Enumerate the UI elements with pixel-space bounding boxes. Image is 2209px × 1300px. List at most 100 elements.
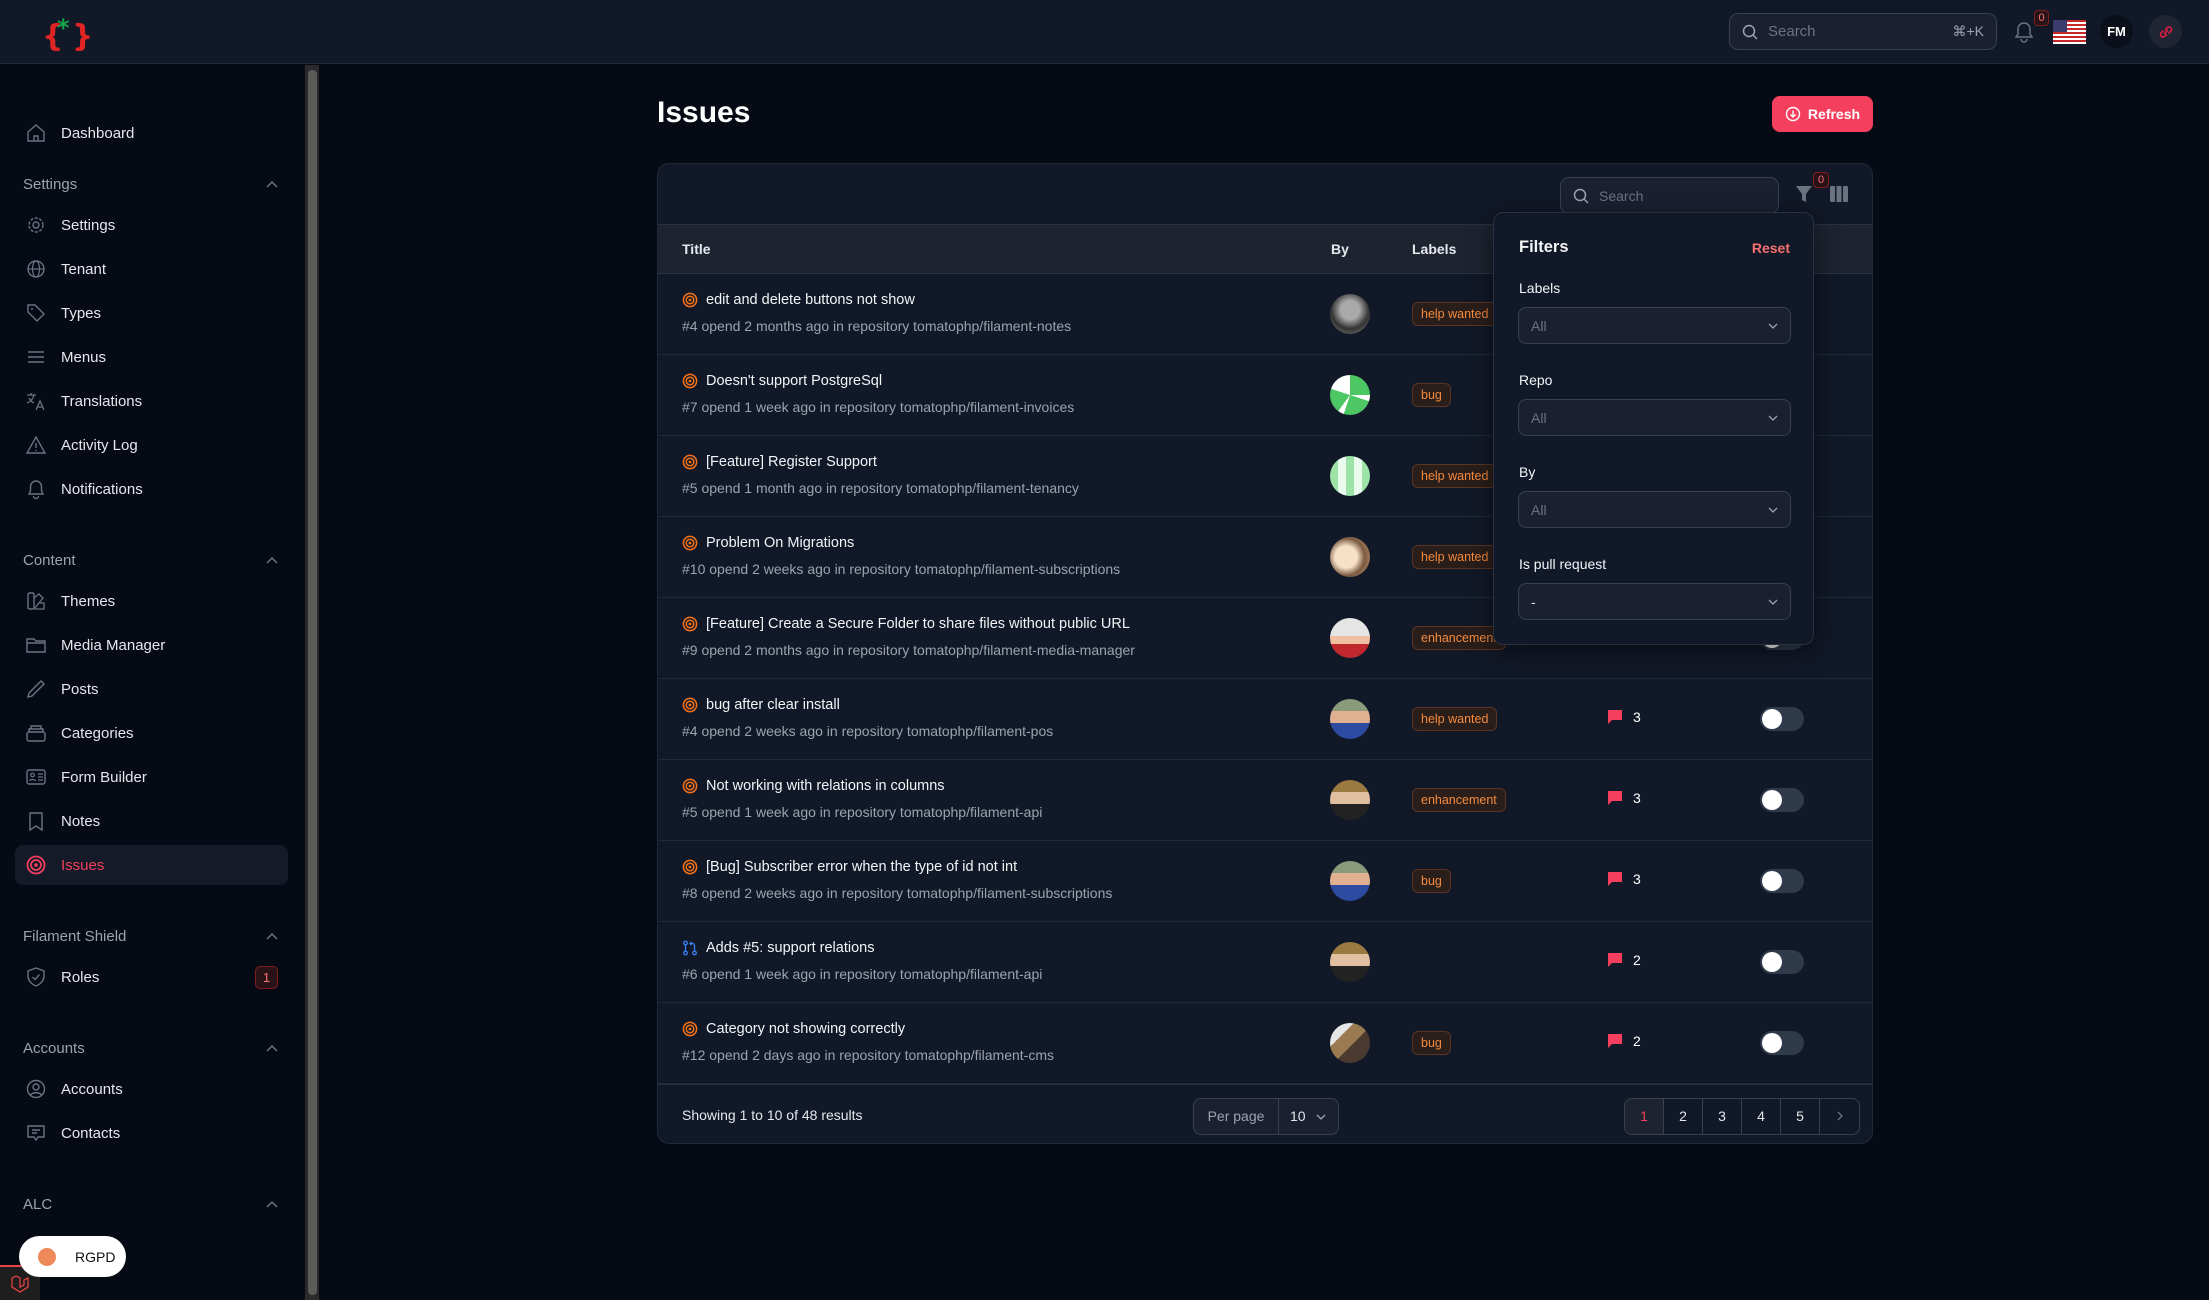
issue-target-icon: [682, 454, 698, 470]
table-row[interactable]: Adds #5: support relations #6 opend 1 wee…: [658, 922, 1872, 1003]
rgpd-cookie-button[interactable]: RGPD: [19, 1236, 126, 1277]
chevron-up-icon[interactable]: [266, 175, 278, 193]
issue-title[interactable]: Not working with relations in columns: [706, 778, 945, 794]
sidebar-item-settings[interactable]: Settings: [15, 205, 288, 245]
sidebar-item-translations[interactable]: Translations: [15, 381, 288, 421]
refresh-button[interactable]: Refresh: [1772, 96, 1873, 132]
table-row[interactable]: bug after clear install #4 opend 2 weeks …: [658, 679, 1872, 760]
us-flag-icon[interactable]: [2053, 20, 2086, 44]
refresh-label: Refresh: [1807, 106, 1861, 122]
row-toggle[interactable]: [1760, 869, 1804, 893]
author-avatar: [1330, 618, 1370, 658]
table-search-input[interactable]: Search: [1560, 177, 1779, 214]
sidebar-item-contacts[interactable]: Contacts: [15, 1113, 288, 1153]
sidebar-item-tenant[interactable]: Tenant: [15, 249, 288, 289]
chevron-up-icon[interactable]: [266, 551, 278, 569]
global-search[interactable]: Search ⌘+K: [1729, 13, 1997, 50]
sidebar-group-settings[interactable]: Settings: [23, 172, 278, 196]
sidebar-group-alc[interactable]: ALC: [23, 1192, 278, 1216]
filter-select-labels[interactable]: All: [1518, 307, 1791, 344]
sidebar-item-label: Activity Log: [61, 436, 138, 454]
issue-title[interactable]: Doesn't support PostgreSql: [706, 373, 882, 389]
pencil-icon: [25, 678, 47, 700]
sidebar-item-menus[interactable]: Menus: [15, 337, 288, 377]
page-button[interactable]: 2: [1664, 1099, 1703, 1134]
issue-title[interactable]: [Feature] Create a Secure Folder to shar…: [706, 616, 1130, 632]
bell-icon: [25, 478, 47, 500]
sidebar-group-content[interactable]: Content: [23, 548, 278, 572]
sidebar-item-label: Types: [61, 304, 102, 322]
chevron-up-icon[interactable]: [266, 927, 278, 945]
page-button[interactable]: 4: [1742, 1099, 1781, 1134]
page-button[interactable]: 1: [1625, 1099, 1664, 1134]
issue-meta: #4 opend 2 weeks ago in repository tomat…: [682, 723, 1054, 739]
filter-label-repo: Repo: [1519, 372, 1553, 388]
table-row[interactable]: Not working with relations in columns #5 …: [658, 760, 1872, 841]
sidebar-group-label: ALC: [23, 1195, 53, 1213]
issue-meta: #9 opend 2 months ago in repository toma…: [682, 642, 1135, 658]
app-logo[interactable]: { } *: [40, 12, 90, 52]
per-page-select[interactable]: Per page 10: [1193, 1098, 1339, 1135]
sidebar-item-types[interactable]: Types: [15, 293, 288, 333]
column-header-labels[interactable]: Labels: [1412, 241, 1456, 257]
issue-title[interactable]: Adds #5: support relations: [706, 940, 874, 956]
language-icon: [25, 390, 47, 412]
table-search-placeholder: Search: [1599, 187, 1644, 204]
sidebar-item-media-manager[interactable]: Media Manager: [15, 625, 288, 665]
filters-title: Filters: [1519, 238, 1569, 256]
issue-title[interactable]: [Bug] Subscriber error when the type of …: [706, 859, 1017, 875]
user-avatar[interactable]: FM: [2100, 15, 2133, 48]
sidebar-item-posts[interactable]: Posts: [15, 669, 288, 709]
row-toggle[interactable]: [1760, 707, 1804, 731]
sidebar-group-filament-shield[interactable]: Filament Shield: [23, 924, 278, 948]
sidebar-item-label: Contacts: [61, 1124, 121, 1142]
column-header-by[interactable]: By: [1331, 241, 1349, 257]
author-avatar: [1330, 942, 1370, 982]
filter-select-is-pull-request[interactable]: -: [1518, 583, 1791, 620]
issue-title[interactable]: Category not showing correctly: [706, 1021, 905, 1037]
sidebar-item-label: Roles: [61, 968, 100, 986]
issue-title[interactable]: edit and delete buttons not show: [706, 292, 915, 308]
filter-select-by[interactable]: All: [1518, 491, 1791, 528]
link-icon: [2159, 25, 2172, 38]
sidebar-item-categories[interactable]: Categories: [15, 713, 288, 753]
sidebar-group-accounts[interactable]: Accounts: [23, 1036, 278, 1060]
column-header-title[interactable]: Title: [682, 241, 711, 257]
comment-icon: [1608, 872, 1622, 886]
issue-title[interactable]: bug after clear install: [706, 697, 840, 713]
sidebar-scrollbar-thumb[interactable]: [308, 70, 317, 1295]
chevron-up-icon[interactable]: [266, 1039, 278, 1057]
filters-reset-link[interactable]: Reset: [1752, 240, 1790, 256]
comment-icon: [1608, 710, 1622, 724]
table-row[interactable]: Category not showing correctly #12 opend …: [658, 1003, 1872, 1084]
sidebar-item-form-builder[interactable]: Form Builder: [15, 757, 288, 797]
row-toggle[interactable]: [1760, 950, 1804, 974]
sidebar-item-activity-log[interactable]: Activity Log: [15, 425, 288, 465]
columns-icon[interactable]: [1830, 186, 1848, 202]
sidebar-item-dashboard[interactable]: Dashboard: [15, 113, 288, 153]
sidebar-item-notes[interactable]: Notes: [15, 801, 288, 841]
sidebar-item-themes[interactable]: Themes: [15, 581, 288, 621]
row-toggle[interactable]: [1760, 788, 1804, 812]
sidebar-item-issues[interactable]: Issues: [15, 845, 288, 885]
issue-title[interactable]: Problem On Migrations: [706, 535, 854, 551]
next-page-button[interactable]: [1820, 1099, 1859, 1134]
sidebar-item-accounts[interactable]: Accounts: [15, 1069, 288, 1109]
filter-icon[interactable]: [1795, 185, 1813, 203]
filter-select-repo[interactable]: All: [1518, 399, 1791, 436]
page-button[interactable]: 3: [1703, 1099, 1742, 1134]
link-button[interactable]: [2149, 15, 2182, 48]
page-button[interactable]: 5: [1781, 1099, 1820, 1134]
sidebar-item-notifications[interactable]: Notifications: [15, 469, 288, 509]
comment-count: 2: [1633, 1033, 1641, 1049]
issue-title[interactable]: [Feature] Register Support: [706, 454, 877, 470]
label-badge: help wanted: [1412, 545, 1498, 569]
sidebar-item-label: Themes: [61, 592, 116, 610]
notifications-bell-icon[interactable]: [2013, 20, 2035, 44]
comment-count: 2: [1633, 952, 1641, 968]
row-toggle[interactable]: [1760, 1031, 1804, 1055]
chevron-up-icon[interactable]: [266, 1195, 278, 1213]
sidebar-item-roles[interactable]: Roles 1: [15, 957, 288, 997]
table-row[interactable]: [Bug] Subscriber error when the type of …: [658, 841, 1872, 922]
home-icon: [25, 122, 47, 144]
